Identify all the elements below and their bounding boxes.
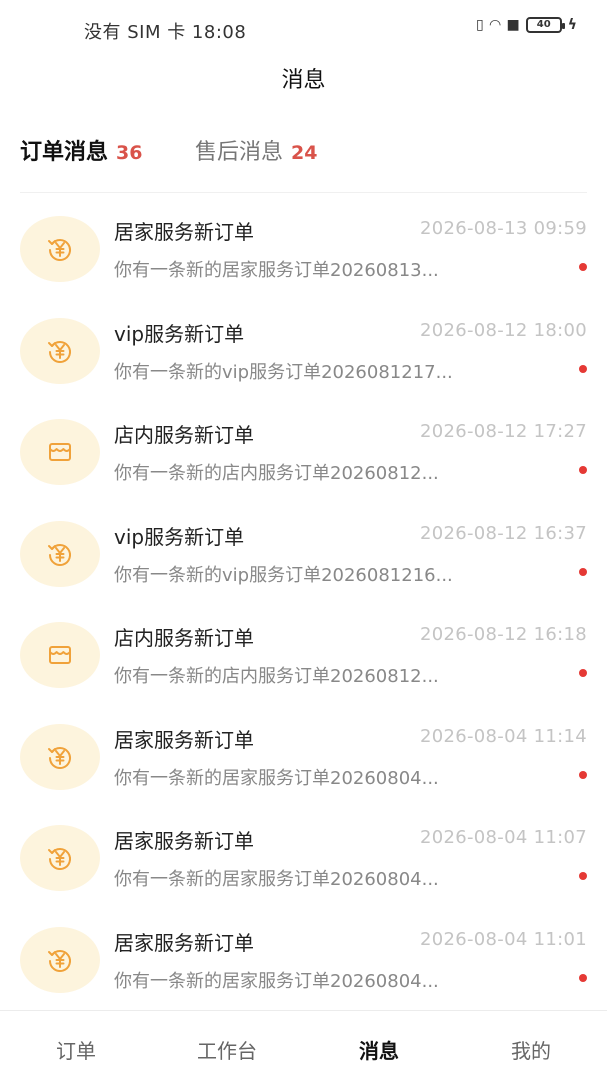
alert-icon: ■ [506,17,520,33]
yen-refresh-icon [20,520,100,587]
message-time: 2026-08-13 09:59 [419,218,587,239]
wifi-icon: ◠ [489,17,501,33]
unread-dot [579,567,587,576]
status-carrier-time: 没有 SIM 卡 18:08 [84,22,247,43]
message-time: 2026-08-12 18:00 [419,319,587,341]
tab-label: 订单消息 [20,140,109,165]
yen-refresh-icon [20,926,100,993]
yen-refresh-icon [20,317,100,384]
message-preview: 你有一条新的店内服务订单20260812... [114,666,439,687]
unread-dot [579,466,587,474]
tab-count-badge: 36 [116,142,143,164]
message-preview: 你有一条新的居家服务订单20260804... [114,970,439,992]
message-preview: 你有一条新的居家服务订单20260804... [114,869,439,890]
message-title: 店内服务新订单 [114,626,254,650]
message-preview: 你有一条新的vip服务订单2026081216... [114,564,453,586]
store-icon [20,622,100,688]
message-preview: 你有一条新的居家服务订单20260813... [114,260,439,281]
message-preview: 你有一条新的vip服务订单2026081217... [114,361,453,383]
nav-item-orders[interactable]: 订单 [16,1035,136,1064]
message-preview: 你有一条新的居家服务订单20260804... [114,767,439,789]
message-tabs: 订单消息 36 售后消息 24 [0,134,607,174]
message-item[interactable]: 居家服务新订单 2026-08-04 11:01 你有一条新的居家服务订单20260… [0,907,607,1009]
nav-item-messages[interactable]: 消息 [319,1035,439,1064]
message-time: 2026-08-12 16:37 [419,522,587,544]
status-bar: 没有 SIM 卡 18:08 ▯ ◠ ■ 40 ϟ [0,0,607,58]
yen-refresh-icon [20,723,100,790]
tab-order-messages[interactable]: 订单消息 36 [20,134,142,166]
message-title: 居家服务新订单 [114,829,254,853]
message-time: 2026-08-12 16:18 [419,624,587,645]
message-title: vip服务新订单 [114,321,245,346]
unread-dot [579,263,587,271]
message-time: 2026-08-04 11:01 [419,928,587,950]
message-list: 居家服务新订单 2026-08-13 09:59 你有一条新的居家服务订单20260… [0,196,607,1008]
unread-dot [579,770,587,779]
divider [20,192,587,193]
tab-count-badge: 24 [291,142,318,164]
unread-dot [579,872,587,880]
unread-dot [579,973,587,982]
unread-dot [579,364,587,373]
message-item[interactable]: 店内服务新订单 2026-08-12 16:18 你有一条新的店内服务订单20260… [0,602,607,704]
tab-label: 售后消息 [195,140,284,165]
message-title: 居家服务新订单 [114,727,254,752]
status-icons: ▯ ◠ ■ 40 ϟ [476,17,577,33]
unread-dot [579,669,587,677]
message-title: vip服务新订单 [114,524,245,549]
store-icon [20,419,100,485]
message-item[interactable]: vip服务新订单 2026-08-12 16:37 你有一条新的vip服务订单202… [0,501,607,603]
message-item[interactable]: 店内服务新订单 2026-08-12 17:27 你有一条新的店内服务订单20260… [0,399,607,501]
bottom-nav: 订单 工作台 消息 我的 [0,1010,607,1080]
battery-icon: 40 [525,17,565,33]
nav-item-mine[interactable]: 我的 [471,1035,591,1064]
message-item[interactable]: 居家服务新订单 2026-08-04 11:07 你有一条新的居家服务订单20260… [0,805,607,907]
message-time: 2026-08-12 17:27 [419,421,587,442]
message-item[interactable]: 居家服务新订单 2026-08-13 09:59 你有一条新的居家服务订单20260… [0,196,607,298]
message-time: 2026-08-04 11:07 [419,827,587,848]
yen-refresh-icon [20,216,100,282]
message-time: 2026-08-04 11:14 [419,725,587,747]
message-title: 居家服务新订单 [114,930,254,955]
tab-aftersale-messages[interactable]: 售后消息 24 [195,134,317,166]
vibrate-icon: ▯ [476,17,484,33]
message-item[interactable]: vip服务新订单 2026-08-12 18:00 你有一条新的vip服务订单202… [0,298,607,400]
charging-icon: ϟ [567,17,577,33]
page-title: 消息 [281,68,326,93]
nav-item-workbench[interactable]: 工作台 [167,1035,287,1064]
message-title: 店内服务新订单 [114,423,254,447]
message-preview: 你有一条新的店内服务订单20260812... [114,463,439,484]
yen-refresh-icon [20,825,100,891]
message-title: 居家服务新订单 [114,220,254,244]
message-item[interactable]: 居家服务新订单 2026-08-04 11:14 你有一条新的居家服务订单20260… [0,704,607,806]
